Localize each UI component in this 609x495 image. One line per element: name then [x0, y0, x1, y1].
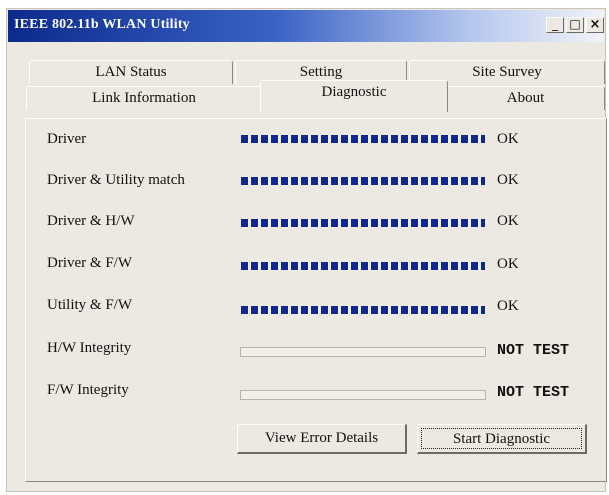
minimize-button[interactable]: _	[546, 17, 564, 33]
progress-bar-driver	[240, 134, 486, 144]
progress-bar-driver-fw	[240, 261, 486, 271]
start-diagnostic-button[interactable]: Start Diagnostic	[417, 424, 587, 454]
close-button[interactable]: ×	[586, 17, 604, 33]
diag-label-fw-integrity: F/W Integrity	[47, 382, 129, 398]
start-diagnostic-label: Start Diagnostic	[421, 428, 582, 449]
progress-bar-driver-utility	[240, 176, 486, 186]
status-utility-fw: OK	[497, 298, 519, 314]
status-driver: OK	[497, 131, 519, 147]
diag-label-driver: Driver	[47, 131, 87, 147]
diag-label-driver-fw: Driver & F/W	[47, 255, 132, 271]
progress-bar-driver-hw	[240, 218, 486, 228]
progress-bar-hw-integrity	[240, 347, 486, 357]
tab-link-information[interactable]: Link Information	[26, 86, 262, 110]
diag-label-utility-fw: Utility & F/W	[47, 297, 133, 313]
tab-lan-status[interactable]: LAN Status	[29, 60, 233, 84]
title-bar[interactable]: IEEE 802.11b WLAN Utility _ □ ×	[8, 10, 604, 42]
status-fw-integrity: NOT TEST	[497, 384, 570, 401]
progress-bar-utility-fw	[240, 305, 486, 315]
progress-bar-fw-integrity	[240, 390, 486, 400]
window-title: IEEE 802.11b WLAN Utility	[14, 17, 190, 32]
status-driver-hw: OK	[497, 213, 519, 229]
status-driver-utility: OK	[497, 172, 519, 188]
tab-diagnostic[interactable]: Diagnostic	[260, 80, 448, 112]
diag-label-hw-integrity: H/W Integrity	[47, 340, 132, 356]
maximize-button[interactable]: □	[566, 17, 584, 33]
diag-label-driver-utility: Driver & Utility match	[47, 172, 185, 188]
status-hw-integrity: NOT TEST	[497, 342, 570, 359]
tab-about[interactable]: About	[446, 86, 605, 110]
app-window: IEEE 802.11b WLAN Utility _ □ × LAN Stat…	[6, 8, 607, 492]
status-driver-fw: OK	[497, 256, 519, 272]
view-error-details-button[interactable]: View Error Details	[237, 424, 407, 454]
diag-label-driver-hw: Driver & H/W	[47, 213, 135, 229]
